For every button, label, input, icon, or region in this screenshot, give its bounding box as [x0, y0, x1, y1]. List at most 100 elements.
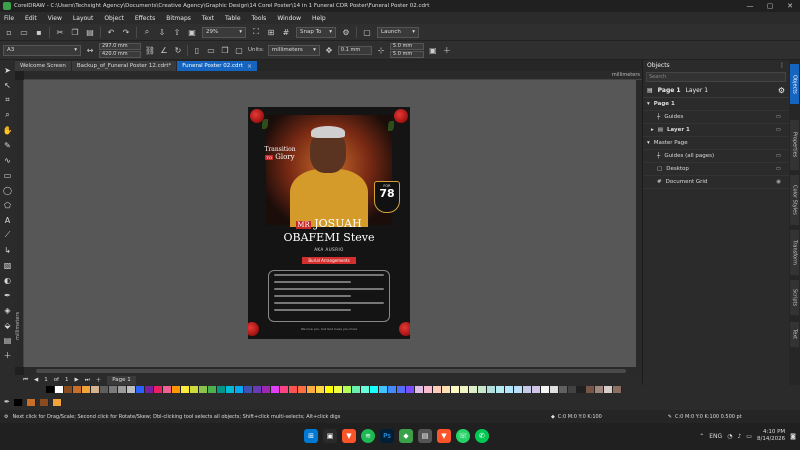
menu-table[interactable]: Table: [225, 15, 241, 22]
drop-shadow-icon[interactable]: ▧: [2, 259, 13, 271]
collapse-arrow-icon[interactable]: ▾: [647, 140, 650, 146]
print-icon[interactable]: ▭: [776, 127, 781, 133]
palette-color-swatch[interactable]: [370, 386, 379, 393]
palette-color-swatch[interactable]: [100, 386, 109, 393]
objects-row-guides[interactable]: ┼ Guides ▭: [643, 111, 789, 124]
ellipse-tool-icon[interactable]: ◯: [2, 184, 13, 196]
palette-color-swatch[interactable]: [55, 386, 64, 393]
palette-color-swatch[interactable]: [91, 386, 100, 393]
eyedropper-icon[interactable]: ✒: [4, 398, 10, 406]
menu-text[interactable]: Text: [202, 15, 214, 22]
quick-customize-icon[interactable]: ＋: [442, 45, 452, 55]
welcome-screen-icon[interactable]: ▢: [362, 27, 372, 37]
snap-to-dropdown[interactable]: Snap To ▾: [296, 26, 336, 38]
coreldraw-taskbar-icon[interactable]: ◆: [399, 429, 413, 443]
lock-ratio-icon[interactable]: ⛓: [145, 45, 155, 55]
docker-tab-objects[interactable]: Objects: [790, 64, 799, 104]
palette-color-swatch[interactable]: [451, 386, 460, 393]
copy-icon[interactable]: ❐: [70, 27, 80, 37]
menu-tools[interactable]: Tools: [252, 15, 267, 22]
next-page-icon[interactable]: ▶: [75, 377, 79, 383]
save-icon[interactable]: ▪: [34, 27, 44, 37]
palette-color-swatch[interactable]: [190, 386, 199, 393]
objects-search-input[interactable]: Search: [646, 72, 786, 82]
menu-file[interactable]: File: [4, 15, 14, 22]
duplicate-y-field[interactable]: 5.0 mm: [389, 50, 424, 58]
zoom-level-dropdown[interactable]: 29% ▾: [202, 26, 246, 38]
add-page-icon[interactable]: ＋: [96, 376, 102, 384]
dock-menu-icon[interactable]: ⋮: [779, 62, 785, 69]
fill-icon[interactable]: ◆: [551, 414, 555, 420]
palette-color-swatch[interactable]: [145, 386, 154, 393]
task-view-icon[interactable]: ▣: [323, 429, 337, 443]
close-button[interactable]: ✕: [780, 2, 800, 10]
export-icon[interactable]: ⇧: [172, 27, 182, 37]
horizontal-ruler[interactable]: millimeters: [24, 71, 642, 80]
page-tab[interactable]: Page 1: [107, 375, 136, 385]
palette-color-swatch[interactable]: [127, 386, 136, 393]
palette-color-swatch[interactable]: [46, 386, 55, 393]
funeral-poster-page[interactable]: Transition TO Glory FOR 78 MR JOSUAH OBA…: [248, 107, 410, 339]
palette-color-swatch[interactable]: [460, 386, 469, 393]
paste-icon[interactable]: ▤: [85, 27, 95, 37]
palette-color-swatch[interactable]: [595, 386, 604, 393]
new-document-icon[interactable]: ▫: [4, 27, 14, 37]
objects-row-desktop[interactable]: ▢ Desktop ▭: [643, 163, 789, 176]
cut-icon[interactable]: ✂: [55, 27, 65, 37]
maximize-button[interactable]: ▢: [760, 2, 780, 10]
artistic-media-icon[interactable]: ∿: [2, 154, 13, 166]
import-icon[interactable]: ⇩: [157, 27, 167, 37]
polygon-tool-icon[interactable]: ⬠: [2, 199, 13, 211]
palette-color-swatch[interactable]: [316, 386, 325, 393]
battery-icon[interactable]: ▭: [746, 433, 752, 440]
rulers-icon[interactable]: ⊞: [266, 27, 276, 37]
palette-color-swatch[interactable]: [388, 386, 397, 393]
visibility-eye-icon[interactable]: ◉: [776, 179, 781, 185]
transparency-tool-icon[interactable]: ◐: [2, 274, 13, 286]
menu-effects[interactable]: Effects: [135, 15, 155, 22]
crop-tool-icon[interactable]: ⌗: [2, 94, 13, 106]
add-tool-icon[interactable]: ＋: [2, 349, 13, 361]
docker-tab-color-styles[interactable]: Color Styles: [790, 175, 799, 225]
page-width-field[interactable]: 297.0 mm: [99, 42, 141, 50]
pick-tool-icon[interactable]: ➤: [2, 64, 13, 76]
palette-color-swatch[interactable]: [289, 386, 298, 393]
palette-color-swatch[interactable]: [568, 386, 577, 393]
interactive-fill-icon[interactable]: ◈: [2, 304, 13, 316]
rotate-page-icon[interactable]: ↻: [173, 45, 183, 55]
objects-row-page[interactable]: ▾ Page 1: [643, 98, 789, 111]
palette-color-swatch[interactable]: [424, 386, 433, 393]
palette-color-swatch[interactable]: [442, 386, 451, 393]
all-pages-icon[interactable]: ❒: [220, 45, 230, 55]
palette-color-swatch[interactable]: [541, 386, 550, 393]
palette-color-swatch[interactable]: [226, 386, 235, 393]
palette-color-swatch[interactable]: [154, 386, 163, 393]
palette-color-swatch[interactable]: [343, 386, 352, 393]
last-page-icon[interactable]: ⏭: [85, 377, 90, 384]
pan-tool-icon[interactable]: ✋: [2, 124, 13, 136]
print-icon[interactable]: ▭: [776, 153, 781, 159]
eyedropper-tool-icon[interactable]: ✒: [2, 289, 13, 301]
scrollbar-thumb[interactable]: [36, 369, 626, 373]
palette-color-swatch[interactable]: [478, 386, 487, 393]
palette-color-swatch[interactable]: [307, 386, 316, 393]
document-color-swatch[interactable]: [26, 398, 36, 406]
docker-tab-text[interactable]: Text: [790, 322, 799, 347]
palette-color-swatch[interactable]: [199, 386, 208, 393]
palette-color-swatch[interactable]: [334, 386, 343, 393]
menu-bitmaps[interactable]: Bitmaps: [166, 15, 191, 22]
palette-color-swatch[interactable]: [523, 386, 532, 393]
palette-color-swatch[interactable]: [577, 386, 586, 393]
docker-tab-scripts[interactable]: Scripts: [790, 280, 799, 315]
palette-color-swatch[interactable]: [262, 386, 271, 393]
palette-color-swatch[interactable]: [82, 386, 91, 393]
file-explorer-icon[interactable]: ▤: [418, 429, 432, 443]
minimize-button[interactable]: —: [740, 2, 760, 10]
outline-tool-icon[interactable]: ▤: [2, 334, 13, 346]
tab-welcome-screen[interactable]: Welcome Screen: [15, 61, 71, 71]
palette-color-swatch[interactable]: [181, 386, 190, 393]
palette-color-swatch[interactable]: [550, 386, 559, 393]
palette-color-swatch[interactable]: [163, 386, 172, 393]
collapse-arrow-icon[interactable]: ▾: [647, 101, 650, 107]
palette-color-swatch[interactable]: [415, 386, 424, 393]
